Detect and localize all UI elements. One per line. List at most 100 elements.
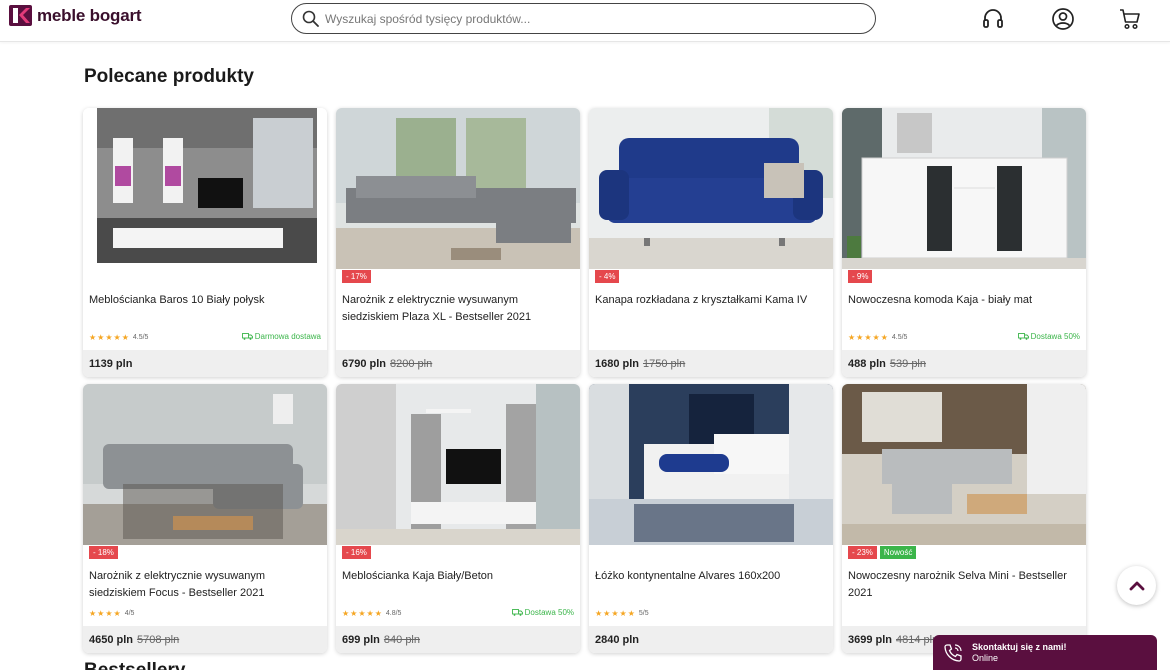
contact-widget[interactable]: Skontaktuj się z nami! Online <box>933 635 1157 670</box>
discount-badge: - 17% <box>342 270 371 283</box>
product-image[interactable] <box>83 384 327 545</box>
product-image[interactable] <box>336 384 580 545</box>
product-name[interactable]: Narożnik z elektrycznie wysuwanym siedzi… <box>89 568 323 602</box>
product-image[interactable] <box>842 384 1086 545</box>
rating-stars-icon: ★★★★★ <box>342 609 383 618</box>
next-section-title: Bestsellery <box>84 660 185 670</box>
rating-value: 4/5 <box>124 610 135 617</box>
scroll-to-top-button[interactable] <box>1117 566 1156 605</box>
delivery-info: Dostawa 50% <box>511 608 574 617</box>
product-image-bed <box>589 384 833 545</box>
discount-badge: - 4% <box>595 270 620 283</box>
product-name[interactable]: Narożnik z elektrycznie wysuwanym siedzi… <box>342 292 576 326</box>
product-image-corner-sofa <box>336 108 580 269</box>
product-card[interactable]: - 16% Meblościanka Kaja Biały/Beton ★★★★… <box>336 384 580 653</box>
product-badges: - 9% <box>848 270 873 283</box>
product-rating: ★★★★ 4/5 <box>89 609 134 618</box>
product-name[interactable]: Meblościanka Baros 10 Biały połysk <box>89 292 323 309</box>
contact-title: Skontaktuj się z nami! <box>972 641 1067 652</box>
discount-badge: - 18% <box>89 546 118 559</box>
product-image-selva-corner-sofa <box>842 384 1086 545</box>
price: 699 pln <box>342 633 380 646</box>
price: 6790 pln <box>342 357 387 370</box>
product-image-blue-sofa <box>589 108 833 269</box>
price: 488 pln <box>848 357 886 370</box>
product-image-grey-corner-sofa <box>83 384 327 545</box>
price: 1139 pln <box>89 357 133 370</box>
product-image[interactable] <box>589 384 833 545</box>
product-image[interactable] <box>842 108 1086 269</box>
product-card[interactable]: - 9% Nowoczesna komoda Kaja - biały mat … <box>842 108 1086 377</box>
delivery-label: Dostawa 50% <box>1030 332 1080 341</box>
product-image-wall-unit <box>83 108 327 269</box>
product-rating: ★★★★★ 5/5 <box>595 609 649 618</box>
new-badge: Nowość <box>879 546 917 559</box>
delivery-info: Darmowa dostawa <box>241 332 321 341</box>
truck-icon <box>1017 333 1029 340</box>
delivery-info: Dostawa 50% <box>1017 332 1080 341</box>
price-bar: 699 pln 840 pln <box>336 626 580 653</box>
truck-icon <box>511 609 523 616</box>
price-bar: 488 pln 539 pln <box>842 350 1086 377</box>
product-name[interactable]: Łóżko kontynentalne Alvares 160x200 <box>595 568 829 585</box>
product-card[interactable]: - 23% Nowość Nowoczesny narożnik Selva M… <box>842 384 1086 653</box>
product-badges: - 23% Nowość <box>848 546 917 559</box>
old-price: 840 pln <box>383 633 420 646</box>
search-bar[interactable] <box>291 3 876 34</box>
product-badges: - 16% <box>342 546 371 559</box>
product-image-white-dresser <box>842 108 1086 269</box>
product-image[interactable] <box>589 108 833 269</box>
rating-stars-icon: ★★★★★ <box>848 333 889 342</box>
product-card[interactable]: Łóżko kontynentalne Alvares 160x200 ★★★★… <box>589 384 833 653</box>
product-name[interactable]: Nowoczesna komoda Kaja - biały mat <box>848 292 1082 309</box>
rating-value: 4.5/5 <box>132 334 149 341</box>
product-rating: ★★★★★ 4.5/5 <box>89 333 148 342</box>
chevron-up-icon <box>1129 581 1144 590</box>
rating-stars-icon: ★★★★ <box>89 609 122 618</box>
product-card[interactable]: Meblościanka Baros 10 Biały połysk ★★★★★… <box>83 108 327 377</box>
account-icon[interactable] <box>1051 7 1075 31</box>
product-name[interactable]: Kanapa rozkładana z kryształkami Kama IV <box>595 292 829 309</box>
rating-stars-icon: ★★★★★ <box>595 609 636 618</box>
price-bar: 2840 pln <box>589 626 833 653</box>
product-badges: - 17% <box>342 270 371 283</box>
product-image[interactable] <box>83 108 327 269</box>
price: 3699 pln <box>848 633 893 646</box>
headset-icon[interactable] <box>981 7 1005 31</box>
price-bar: 1680 pln 1750 pln <box>589 350 833 377</box>
price: 1680 pln <box>595 357 640 370</box>
price: 4650 pln <box>89 633 134 646</box>
old-price: 4814 pln <box>896 633 939 646</box>
product-name[interactable]: Meblościanka Kaja Biały/Beton <box>342 568 576 585</box>
search-icon <box>302 10 319 27</box>
product-badges: - 18% <box>89 546 118 559</box>
phone-icon <box>944 643 962 662</box>
product-image[interactable] <box>336 108 580 269</box>
old-price: 1750 pln <box>643 357 686 370</box>
product-card[interactable]: - 17% Narożnik z elektrycznie wysuwanym … <box>336 108 580 377</box>
delivery-label: Dostawa 50% <box>524 608 574 617</box>
rating-stars-icon: ★★★★★ <box>89 333 130 342</box>
logo-text: meble bogart <box>37 5 142 25</box>
product-card[interactable]: - 18% Narożnik z elektrycznie wysuwanym … <box>83 384 327 653</box>
old-price: 539 pln <box>889 357 926 370</box>
price-bar: 4650 pln 5708 pln <box>83 626 327 653</box>
discount-badge: - 23% <box>848 546 877 559</box>
cart-icon[interactable] <box>1118 7 1142 31</box>
rating-value: 4.8/5 <box>385 610 402 617</box>
product-grid: Meblościanka Baros 10 Biały połysk ★★★★★… <box>83 108 1087 653</box>
site-header: meble bogart <box>0 0 1170 42</box>
delivery-label: Darmowa dostawa <box>254 332 321 341</box>
old-price: 8200 pln <box>390 357 433 370</box>
product-card[interactable]: - 4% Kanapa rozkładana z kryształkami Ka… <box>589 108 833 377</box>
contact-status: Online <box>972 652 999 663</box>
logo[interactable]: meble bogart <box>9 5 142 26</box>
old-price: 5708 pln <box>137 633 180 646</box>
product-name[interactable]: Nowoczesny narożnik Selva Mini - Bestsel… <box>848 568 1082 602</box>
search-input[interactable] <box>325 11 845 26</box>
rating-value: 5/5 <box>638 610 649 617</box>
discount-badge: - 16% <box>342 546 371 559</box>
price-bar: 6790 pln 8200 pln <box>336 350 580 377</box>
product-badges: - 4% <box>595 270 620 283</box>
price-bar: 1139 pln <box>83 350 327 377</box>
